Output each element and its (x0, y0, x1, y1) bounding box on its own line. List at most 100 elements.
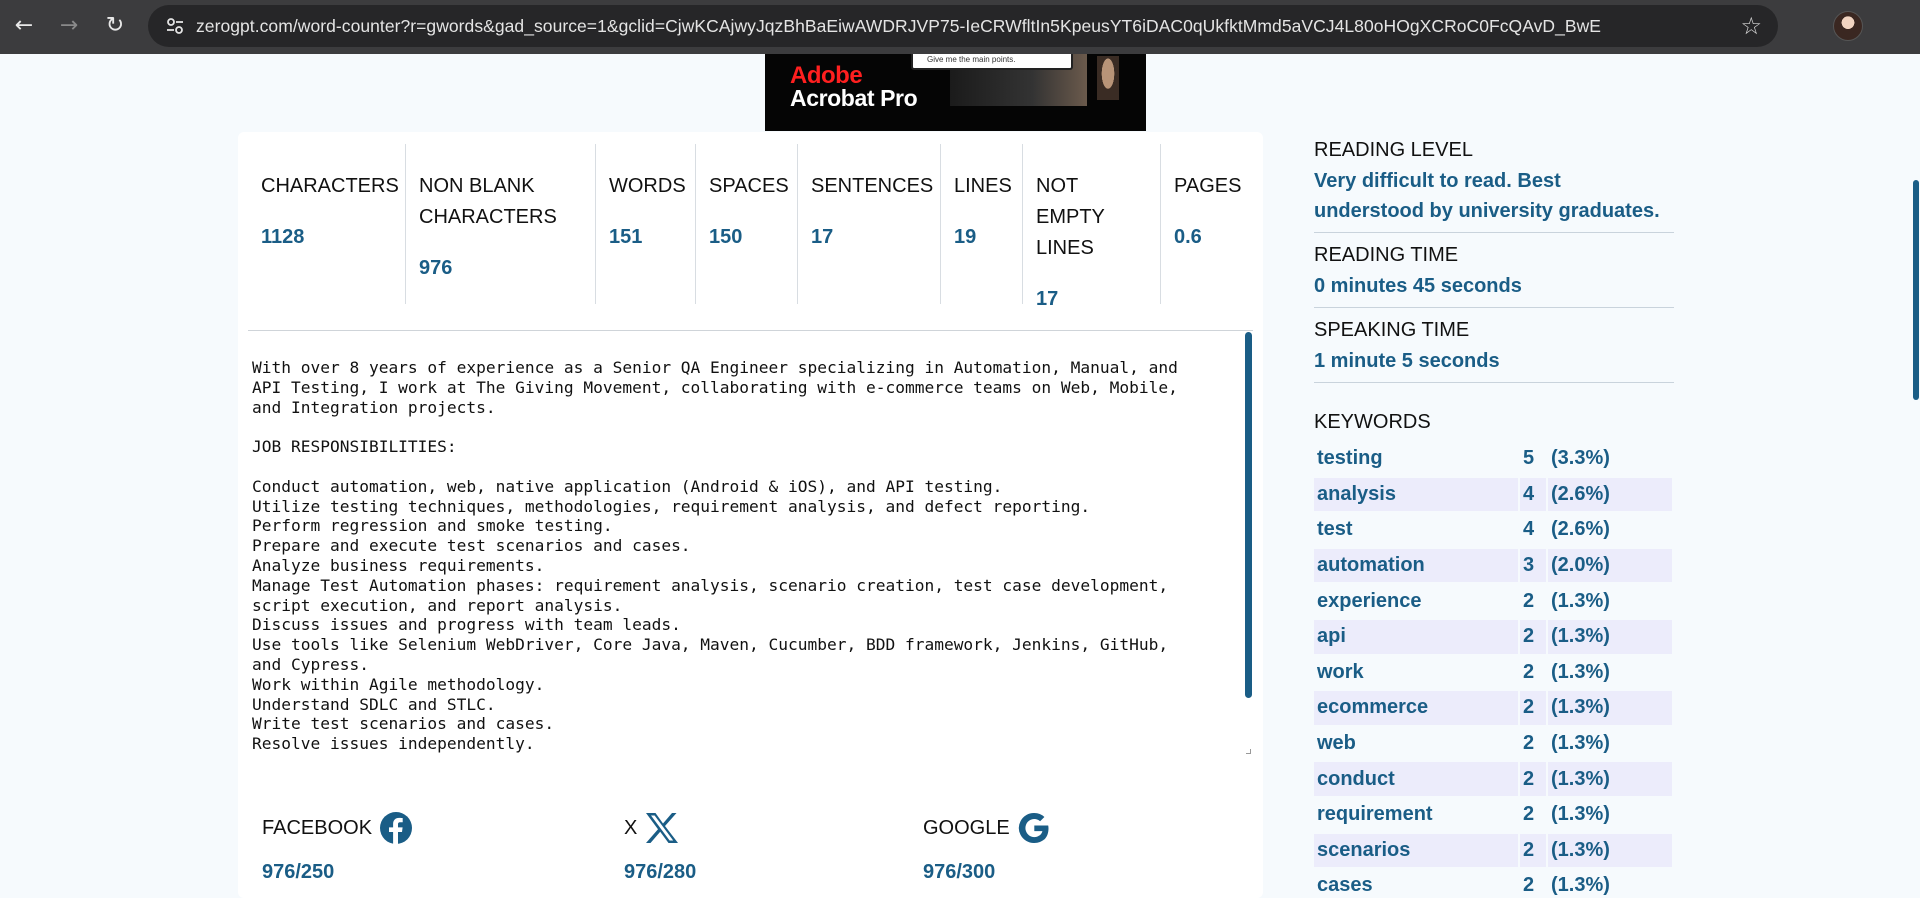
keyword-row: conduct 2 (1.3%) (1314, 762, 1672, 796)
keyword-count: 2 (1523, 803, 1535, 826)
keyword-word: requirement (1317, 803, 1433, 826)
ad-prompt-card: Give me the main points. (911, 54, 1073, 70)
reading-level-label: READING LEVEL (1314, 139, 1473, 161)
keyword-count: 5 (1523, 447, 1535, 470)
keyword-percent: (1.3%) (1551, 874, 1610, 897)
keyword-percent: (2.6%) (1548, 477, 1672, 512)
keyword-word: experience (1317, 589, 1422, 612)
stat-value: 1128 (261, 226, 305, 248)
keyword-count: 2 (1520, 833, 1546, 868)
keyword-count: 3 (1520, 548, 1546, 583)
keyword-word: analysis (1314, 477, 1518, 512)
keyword-word: scenarios (1314, 833, 1518, 868)
keyword-word: cases (1317, 874, 1373, 897)
keyword-word: work (1317, 660, 1364, 683)
keyword-count: 4 (1523, 518, 1535, 541)
keyword-word: automation (1314, 548, 1518, 583)
keyword-percent: (1.3%) (1551, 660, 1610, 683)
stat-label: NOT EMPTY LINES (1036, 175, 1105, 259)
textarea-resize-handle[interactable] (1246, 749, 1251, 754)
keyword-percent: (3.3%) (1551, 447, 1610, 470)
browser-toolbar: ← → ↻ zerogpt.com/word-counter?r=gwords&… (0, 0, 1920, 54)
keyword-percent: (1.3%) (1551, 803, 1610, 826)
stat-label: SPACES (709, 175, 789, 197)
url-text[interactable]: zerogpt.com/word-counter?r=gwords&gad_so… (196, 5, 1726, 47)
reading-time-value: 0 minutes 45 seconds (1314, 275, 1522, 297)
site-settings-icon[interactable] (164, 15, 186, 37)
reload-icon[interactable]: ↻ (98, 9, 132, 43)
textarea-scrollbar[interactable] (1245, 332, 1252, 698)
keyword-row: work 2 (1.3%) (1314, 656, 1672, 690)
social-label: FACEBOOK (262, 816, 373, 839)
keyword-row: api 2 (1.3%) (1314, 619, 1672, 654)
bookmark-star-icon[interactable]: ☆ (1740, 5, 1762, 47)
speaking-time-label: SPEAKING TIME (1314, 319, 1470, 341)
stat-label: CHARACTERS (261, 175, 399, 197)
keyword-count: 2 (1520, 619, 1546, 654)
ad-banner[interactable]: Give me the main points. Adobe Acrobat P… (765, 54, 1146, 131)
stat-non-blank-characters: NON BLANK CHARACTERS 976 (406, 144, 596, 304)
keyword-row: test 4 (2.6%) (1314, 513, 1672, 547)
facebook-icon (380, 812, 413, 844)
page-scrollbar[interactable] (1913, 180, 1919, 400)
ad-person-image (1097, 56, 1119, 100)
back-icon[interactable]: ← (7, 9, 41, 43)
social-label: X (624, 816, 638, 839)
keyword-percent: (1.3%) (1551, 732, 1610, 755)
stat-label: WORDS (609, 175, 686, 197)
stat-not-empty-lines: NOT EMPTY LINES 17 (1023, 144, 1161, 310)
ad-product: Acrobat Pro (790, 85, 918, 111)
keyword-count: 2 (1523, 589, 1535, 612)
keyword-percent: (1.3%) (1548, 833, 1672, 868)
stat-value: 0.6 (1174, 226, 1202, 248)
address-bar[interactable]: zerogpt.com/word-counter?r=gwords&gad_so… (148, 5, 1778, 47)
keyword-word: api (1314, 619, 1518, 654)
keyword-word: conduct (1314, 762, 1518, 796)
social-x: X 976/280 (624, 808, 696, 884)
reading-level: READING LEVEL Very difficult to read. Be… (1314, 138, 1674, 233)
keyword-row: requirement 2 (1.3%) (1314, 798, 1672, 832)
stat-value: 150 (709, 226, 743, 248)
social-value: 976/280 (624, 861, 697, 883)
keyword-percent: (1.3%) (1551, 589, 1610, 612)
keyword-percent: (1.3%) (1548, 619, 1672, 654)
google-icon (1018, 812, 1049, 844)
text-input-area[interactable]: With over 8 years of experience as a Sen… (252, 358, 1237, 778)
stat-label: LINES (954, 175, 1012, 197)
keyword-word: web (1317, 732, 1356, 755)
stat-characters: CHARACTERS 1128 (248, 144, 406, 304)
stat-label: PAGES (1174, 175, 1242, 197)
keywords-table: testing 5 (3.3%) analysis 4 (2.6%) test 4 (2.6%)… (1312, 440, 1674, 898)
forward-icon[interactable]: → (52, 9, 86, 43)
keyword-row: cases 2 (1.3%) (1314, 869, 1672, 898)
stat-words: WORDS 151 (596, 144, 696, 304)
keyword-row: web 2 (1.3%) (1314, 727, 1672, 761)
keyword-row: scenarios 2 (1.3%) (1314, 833, 1672, 868)
social-value: 976/300 (923, 861, 996, 883)
social-facebook: FACEBOOK 976/250 (262, 808, 413, 884)
keyword-count: 4 (1520, 477, 1546, 512)
stat-spaces: SPACES 150 (696, 144, 798, 304)
keyword-row: automation 3 (2.0%) (1314, 548, 1672, 583)
keyword-percent: (1.3%) (1548, 762, 1672, 796)
x-icon (646, 813, 679, 843)
keyword-row: testing 5 (3.3%) (1314, 442, 1672, 476)
keyword-percent: (1.3%) (1548, 691, 1672, 725)
stat-lines: LINES 19 (941, 144, 1023, 304)
stat-label: SENTENCES (811, 175, 934, 197)
stat-value: 17 (1036, 288, 1059, 310)
speaking-time-value: 1 minute 5 seconds (1314, 350, 1500, 372)
keyword-row: analysis 4 (2.6%) (1314, 477, 1672, 512)
stat-value: 17 (811, 226, 834, 248)
keyword-count: 2 (1523, 874, 1535, 897)
stat-value: 151 (609, 226, 643, 248)
keyword-count: 2 (1523, 732, 1535, 755)
social-google: GOOGLE 976/300 (923, 808, 1050, 884)
speaking-time: SPEAKING TIME 1 minute 5 seconds (1314, 318, 1674, 383)
profile-avatar[interactable] (1833, 11, 1863, 41)
stat-sentences: SENTENCES 17 (798, 144, 941, 304)
stat-value: 976 (419, 257, 453, 279)
social-value: 976/250 (262, 861, 335, 883)
reading-time: READING TIME 0 minutes 45 seconds (1314, 243, 1674, 308)
social-label: GOOGLE (923, 816, 1010, 839)
